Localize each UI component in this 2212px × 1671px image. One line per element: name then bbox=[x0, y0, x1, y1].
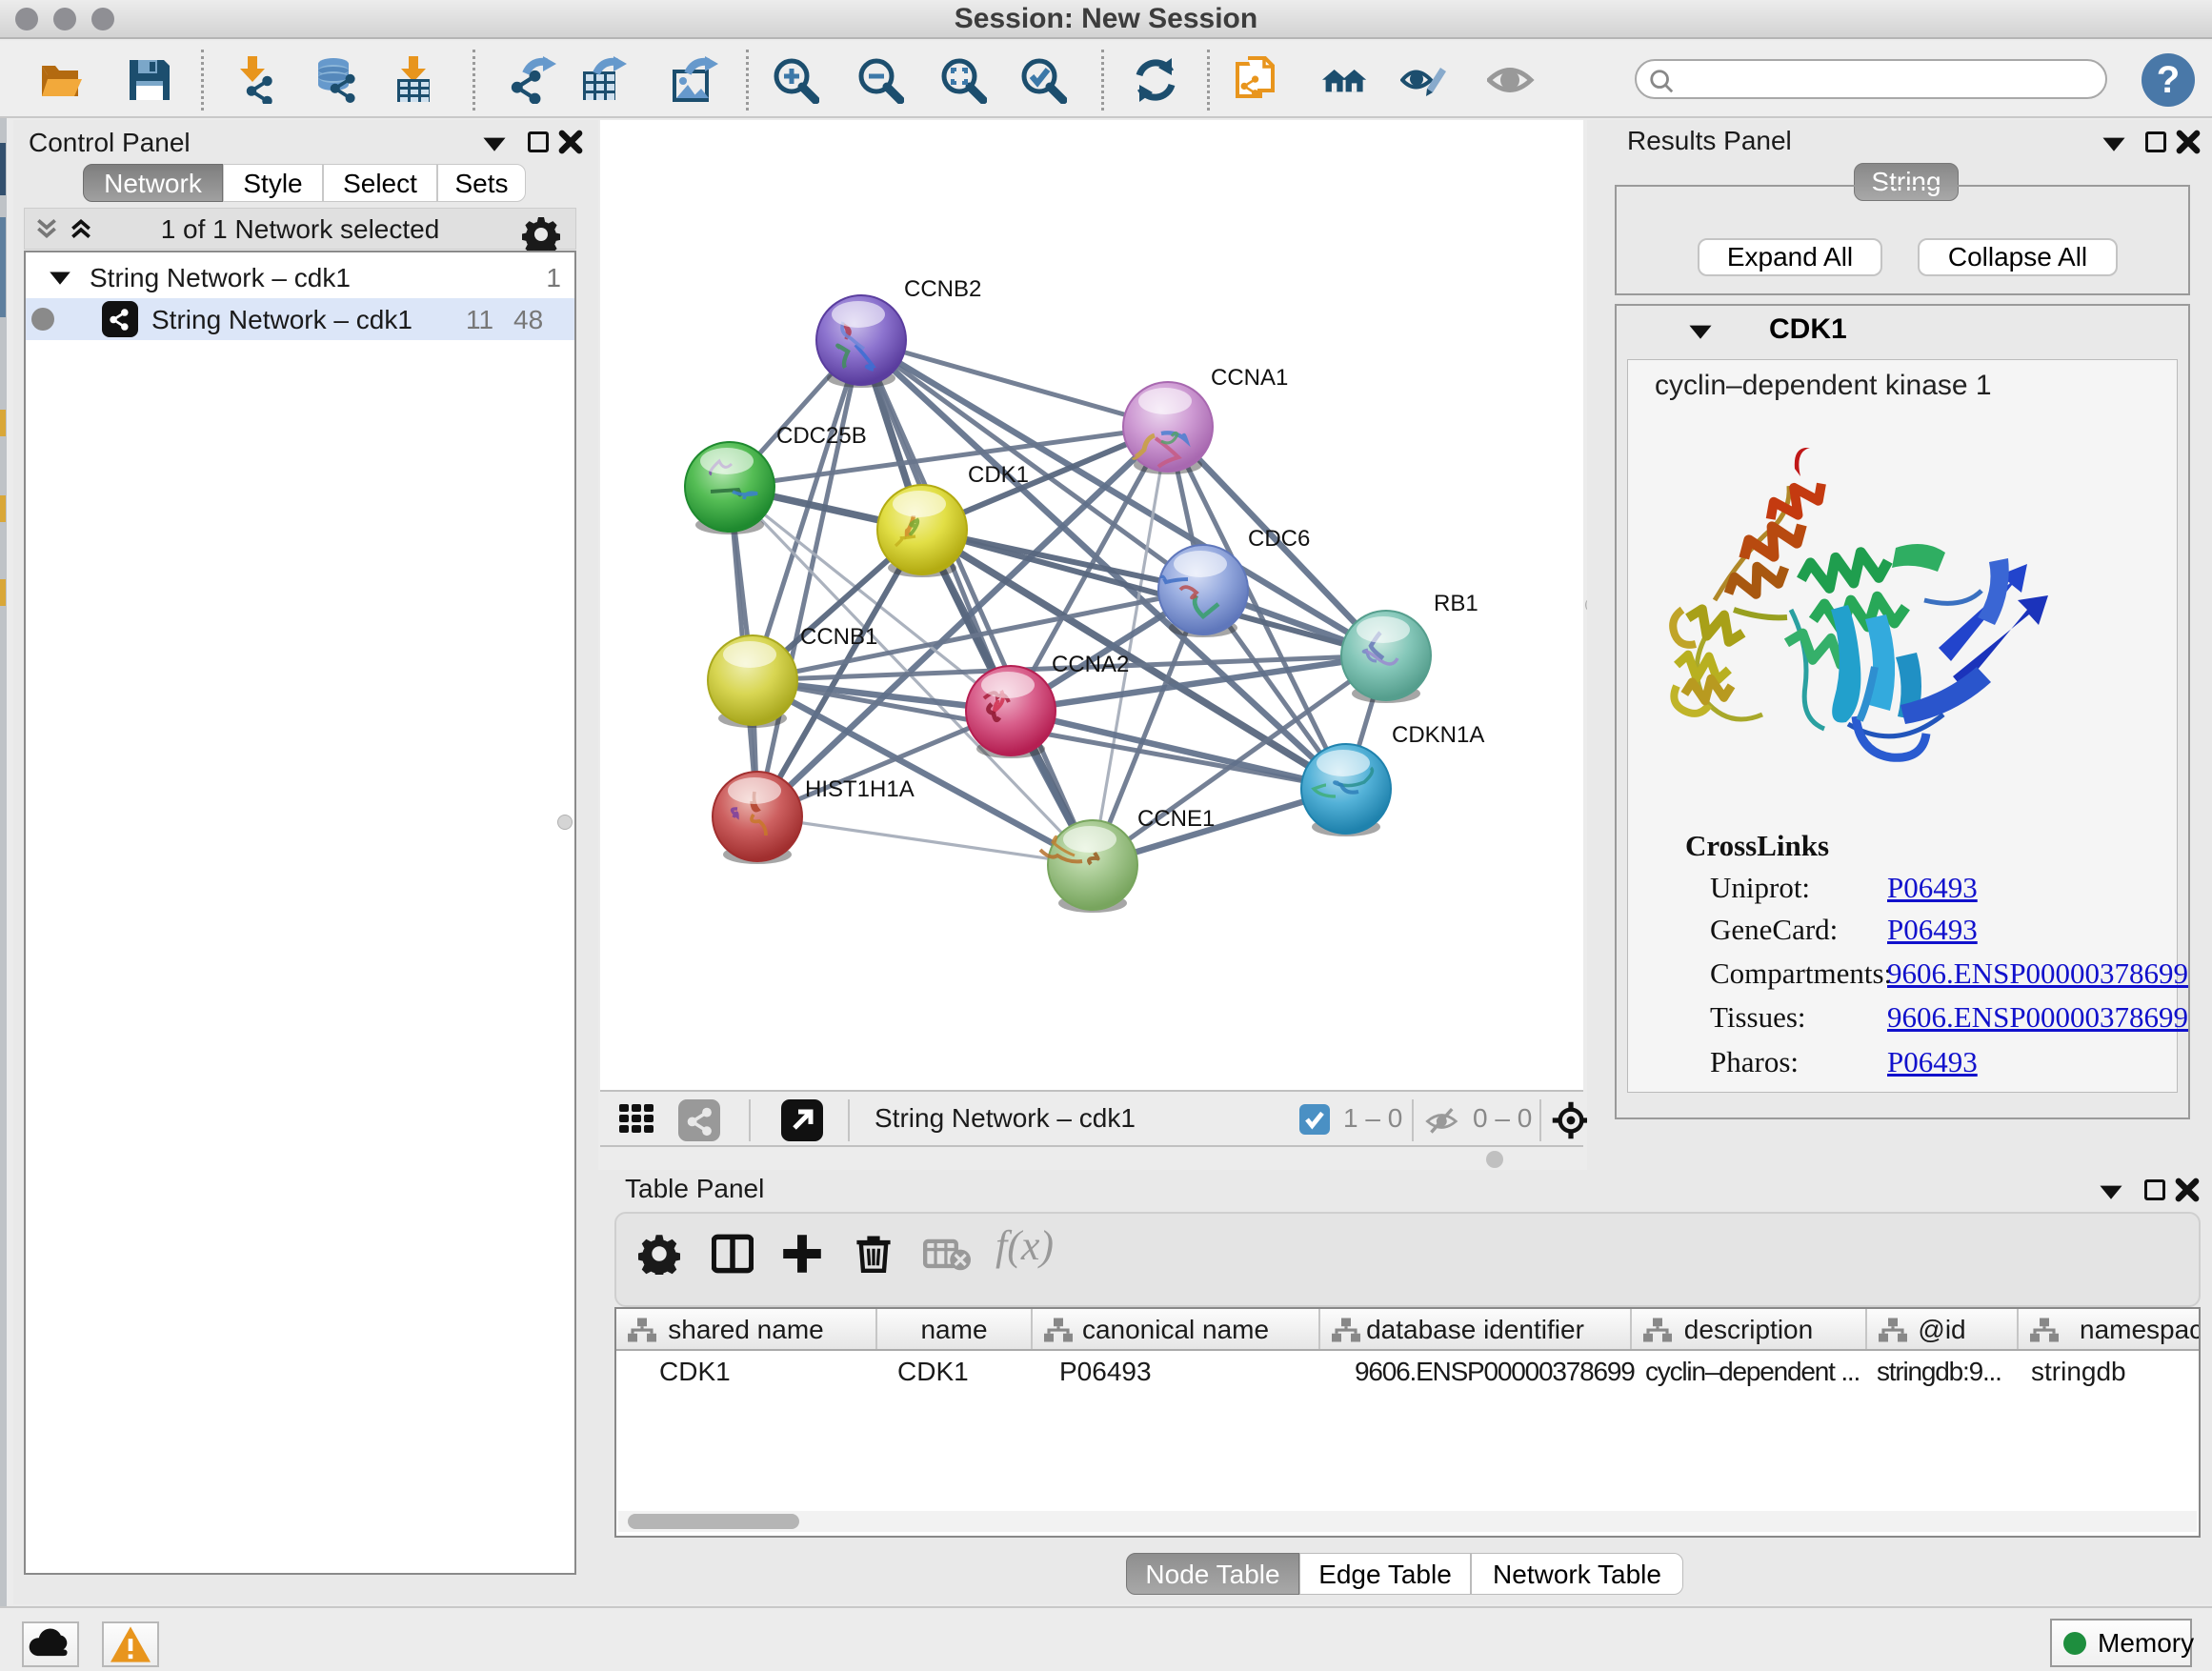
svg-text:CDC25B: CDC25B bbox=[776, 423, 867, 449]
svg-text:CDKN1A: CDKN1A bbox=[1392, 722, 1484, 748]
svg-text:CCNE1: CCNE1 bbox=[1137, 806, 1215, 832]
svg-text:CDC6: CDC6 bbox=[1248, 526, 1310, 552]
svg-text:HIST1H1A: HIST1H1A bbox=[805, 776, 915, 802]
svg-text:RB1: RB1 bbox=[1434, 591, 1478, 616]
svg-text:CCNB2: CCNB2 bbox=[904, 276, 981, 302]
svg-text:CCNA2: CCNA2 bbox=[1052, 652, 1129, 677]
svg-text:CDK1: CDK1 bbox=[968, 462, 1029, 488]
svg-text:CCNB1: CCNB1 bbox=[800, 624, 877, 650]
svg-text:CCNA1: CCNA1 bbox=[1211, 365, 1288, 391]
